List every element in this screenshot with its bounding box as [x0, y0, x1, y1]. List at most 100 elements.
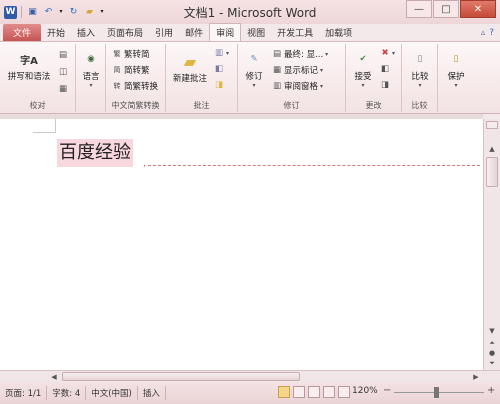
draft-view-icon[interactable]	[338, 386, 350, 398]
status-word-count[interactable]: 字数: 4	[47, 386, 87, 400]
redo-icon[interactable]: ↻	[67, 6, 80, 19]
tab-view[interactable]: 视图	[241, 24, 271, 41]
print-layout-view-icon[interactable]	[278, 386, 290, 398]
word-count-button[interactable]: ▦	[58, 84, 68, 94]
status-mode[interactable]: 插入	[138, 386, 166, 400]
protect-button[interactable]: ▯ 保护 ▾	[441, 48, 471, 89]
undo-dropdown-icon[interactable]: ▾	[58, 6, 64, 19]
horizontal-scroll-thumb[interactable]	[62, 372, 300, 381]
reject-button[interactable]: ✖ ▾	[380, 48, 395, 58]
tab-file[interactable]: 文件	[3, 24, 41, 41]
view-buttons	[278, 386, 350, 398]
thesaurus-button[interactable]: ◫	[58, 67, 68, 77]
convert-label: 简繁转换	[124, 82, 159, 92]
outline-view-icon[interactable]	[323, 386, 335, 398]
zoom-out-icon[interactable]: −	[383, 385, 391, 396]
tab-page-layout[interactable]: 页面布局	[101, 24, 149, 41]
accept-dropdown-icon: ▾	[361, 82, 365, 89]
delete-comment-button[interactable]: ▥ ▾	[214, 48, 229, 58]
simplified-icon: 简	[113, 66, 121, 74]
zoom-slider-track[interactable]	[394, 392, 484, 393]
tab-mailings[interactable]: 邮件	[179, 24, 209, 41]
accept-icon: ✔	[359, 54, 367, 64]
web-layout-icon[interactable]	[308, 386, 320, 398]
previous-change-button[interactable]: ◧	[380, 64, 390, 74]
customize-qat-icon[interactable]: ▾	[99, 6, 105, 19]
group-label-chinese: 中文简繁转换	[111, 101, 160, 110]
new-comment-button[interactable]: ▰ 新建批注	[168, 50, 212, 85]
reviewing-pane-button[interactable]: ▥ 审阅窗格 ▾	[272, 80, 323, 92]
spelling-grammar-button[interactable]: 字A 拼写和语法	[6, 48, 52, 83]
display-review-icon: ▤	[272, 49, 282, 59]
accept-label: 接受	[354, 72, 372, 82]
ribbon-right-controls: ▵ ?	[481, 24, 500, 41]
research-button[interactable]: ▤	[58, 50, 68, 60]
next-page-icon[interactable]: ⏷	[485, 357, 499, 369]
status-page[interactable]: 页面: 1/1	[0, 386, 48, 400]
status-bar: 页面: 1/1 字数: 4 中文(中国) 插入 120% − +	[0, 382, 500, 404]
open-folder-icon[interactable]: ▰	[83, 6, 96, 19]
compare-button[interactable]: ▯ 比较 ▾	[405, 48, 435, 89]
minimize-ribbon-icon[interactable]: ▵	[481, 28, 486, 38]
minimize-icon[interactable]: —	[406, 0, 432, 18]
zoom-in-icon[interactable]: +	[487, 385, 495, 396]
compare-dropdown-icon: ▾	[418, 82, 422, 89]
previous-comment-button[interactable]: ◧	[214, 64, 224, 74]
margin-mark-horizontal	[33, 132, 55, 133]
delete-comment-icon: ▥	[214, 48, 224, 58]
thesaurus-icon: ◫	[58, 67, 68, 77]
quick-access-toolbar: W ▣ ↶ ▾ ↻ ▰ ▾	[0, 0, 105, 24]
horizontal-scrollbar[interactable]: ◀ ▶	[0, 370, 500, 382]
show-markup-dropdown-icon: ▾	[320, 66, 324, 74]
next-comment-button[interactable]: ◨	[214, 80, 224, 90]
full-screen-reading-icon[interactable]	[293, 386, 305, 398]
zoom-slider-handle[interactable]	[434, 387, 439, 398]
vertical-scroll-thumb[interactable]	[486, 157, 498, 187]
display-for-review-select[interactable]: ▤ 最终: 显... ▾	[272, 48, 328, 60]
reject-dropdown-icon: ▾	[392, 49, 396, 57]
undo-icon[interactable]: ↶	[42, 6, 55, 19]
status-language[interactable]: 中文(中国)	[86, 386, 138, 400]
word-logo-icon[interactable]: W	[4, 5, 17, 19]
scroll-down-icon[interactable]: ▼	[485, 325, 499, 337]
maximize-icon[interactable]: □	[433, 0, 459, 18]
scroll-up-icon[interactable]: ▲	[485, 143, 499, 155]
document-area[interactable]: 百度经验 ,	[0, 119, 483, 370]
tab-home[interactable]: 开始	[41, 24, 71, 41]
convert-icon: 转	[113, 82, 121, 90]
tab-insert[interactable]: 插入	[71, 24, 101, 41]
tab-add-ins[interactable]: 加载项	[319, 24, 358, 41]
scroll-right-icon[interactable]: ▶	[470, 371, 482, 382]
close-icon[interactable]: ✕	[460, 0, 496, 18]
accept-button[interactable]: ✔ 接受 ▾	[348, 48, 378, 89]
display-review-value: 最终: 显...	[284, 50, 324, 60]
document-text[interactable]: 百度经验	[57, 139, 133, 167]
split-box[interactable]	[486, 121, 498, 129]
group-comments: ▰ 新建批注 ▥ ▾ ◧ ◨ 批注	[166, 44, 238, 112]
tab-developer[interactable]: 开发工具	[271, 24, 319, 41]
convert-button[interactable]: 转简繁转换	[112, 80, 159, 92]
language-icon: ◉	[87, 54, 95, 64]
previous-change-icon: ◧	[380, 64, 390, 74]
show-markup-button[interactable]: ▦ 显示标记 ▾	[272, 64, 323, 76]
group-changes: ✔ 接受 ▾ ✖ ▾ ◧ ◨ 更改	[346, 44, 402, 112]
save-icon[interactable]: ▣	[26, 6, 39, 19]
zoom-level[interactable]: 120%	[352, 386, 378, 396]
next-change-button[interactable]: ◨	[380, 80, 390, 90]
reviewing-pane-icon: ▥	[272, 81, 282, 91]
traditional-icon: 繁	[113, 50, 121, 58]
scroll-left-icon[interactable]: ◀	[48, 371, 60, 382]
title-bar: W ▣ ↶ ▾ ↻ ▰ ▾ 文档1 - Microsoft Word — □ ✕	[0, 0, 500, 24]
delete-comment-dropdown-icon: ▾	[226, 49, 230, 57]
tab-references[interactable]: 引用	[149, 24, 179, 41]
tab-review[interactable]: 审阅	[209, 23, 242, 41]
protect-icon: ▯	[453, 54, 459, 64]
protect-label: 保护	[447, 72, 465, 82]
to-simplified-button[interactable]: 简简转繁	[112, 64, 150, 76]
vertical-scrollbar[interactable]: ▲ ▼ ⏶ ● ⏷	[483, 119, 500, 370]
help-icon[interactable]: ?	[489, 28, 494, 38]
to-traditional-button[interactable]: 繁繁转简	[112, 48, 150, 60]
track-changes-button[interactable]: ✎ 修订 ▾	[240, 48, 268, 89]
language-label: 语言	[82, 72, 100, 82]
language-button[interactable]: ◉ 语言 ▾	[78, 48, 104, 89]
